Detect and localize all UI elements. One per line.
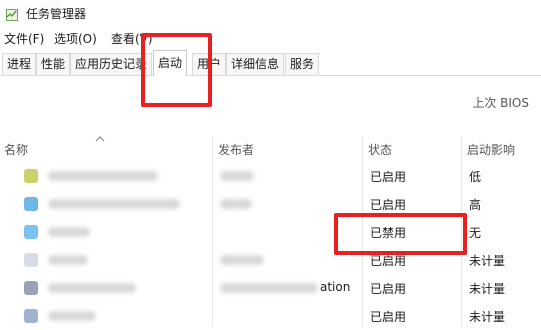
app-icon bbox=[24, 225, 38, 239]
redacted-name bbox=[48, 311, 96, 321]
highlight-disabled-status bbox=[334, 213, 467, 255]
task-manager-icon bbox=[6, 6, 18, 21]
row-impact: 未计量 bbox=[469, 254, 506, 268]
menu-options[interactable]: 选项(O) bbox=[54, 30, 97, 47]
tab-processes[interactable]: 进程 bbox=[2, 53, 37, 75]
row-impact: 低 bbox=[469, 170, 482, 184]
row-impact: 无 bbox=[469, 226, 482, 240]
tab-bar: 进程 性能 应用历史记录 启动 用户 详细信息 服务 bbox=[0, 50, 541, 76]
app-icon bbox=[24, 281, 38, 295]
menu-file[interactable]: 文件(F) bbox=[4, 30, 44, 47]
redacted-publisher bbox=[220, 171, 254, 181]
app-icon bbox=[24, 169, 38, 183]
row-impact: 未计量 bbox=[469, 282, 506, 296]
tab-performance[interactable]: 性能 bbox=[36, 53, 71, 75]
tab-services[interactable]: 服务 bbox=[285, 53, 320, 75]
menu-bar: 文件(F) 选项(O) 查看(V) bbox=[0, 27, 541, 47]
row-status: 已启用 bbox=[370, 282, 407, 296]
sort-ascending-icon bbox=[94, 128, 106, 142]
column-header-impact[interactable]: 启动影响 bbox=[467, 139, 515, 161]
row-status: 已启用 bbox=[370, 310, 407, 324]
last-bios-time: 上次 BIOS bbox=[472, 96, 529, 110]
title-bar: 任务管理器 bbox=[0, 0, 541, 26]
redacted-name bbox=[48, 199, 180, 209]
row-publisher-partial: ation bbox=[320, 280, 351, 294]
row-impact: 未计量 bbox=[469, 310, 506, 324]
app-icon bbox=[24, 253, 38, 267]
redacted-publisher bbox=[220, 199, 252, 209]
redacted-name bbox=[48, 227, 90, 237]
table-row[interactable]: ation 已启用 未计量 bbox=[0, 274, 541, 302]
column-header-status[interactable]: 状态 bbox=[368, 139, 392, 161]
app-icon bbox=[24, 197, 38, 211]
highlight-startup-tab bbox=[141, 33, 212, 107]
redacted-publisher bbox=[220, 283, 318, 293]
redacted-name bbox=[48, 255, 88, 265]
app-icon bbox=[24, 309, 38, 323]
redacted-name bbox=[48, 171, 158, 181]
tab-details[interactable]: 详细信息 bbox=[226, 53, 285, 75]
redacted-publisher bbox=[220, 255, 264, 265]
row-impact: 高 bbox=[469, 198, 482, 212]
column-header-name[interactable]: 名称 bbox=[4, 139, 28, 161]
table-row[interactable]: 已启用 低 bbox=[0, 162, 541, 190]
redacted-name bbox=[48, 283, 136, 293]
table-row[interactable]: 已启用 未计量 bbox=[0, 302, 541, 330]
column-header-publisher[interactable]: 发布者 bbox=[218, 139, 254, 161]
row-status: 已启用 bbox=[370, 198, 407, 212]
tab-app-history[interactable]: 应用历史记录 bbox=[70, 53, 153, 75]
window-title: 任务管理器 bbox=[26, 7, 87, 21]
row-status: 已启用 bbox=[370, 170, 407, 184]
